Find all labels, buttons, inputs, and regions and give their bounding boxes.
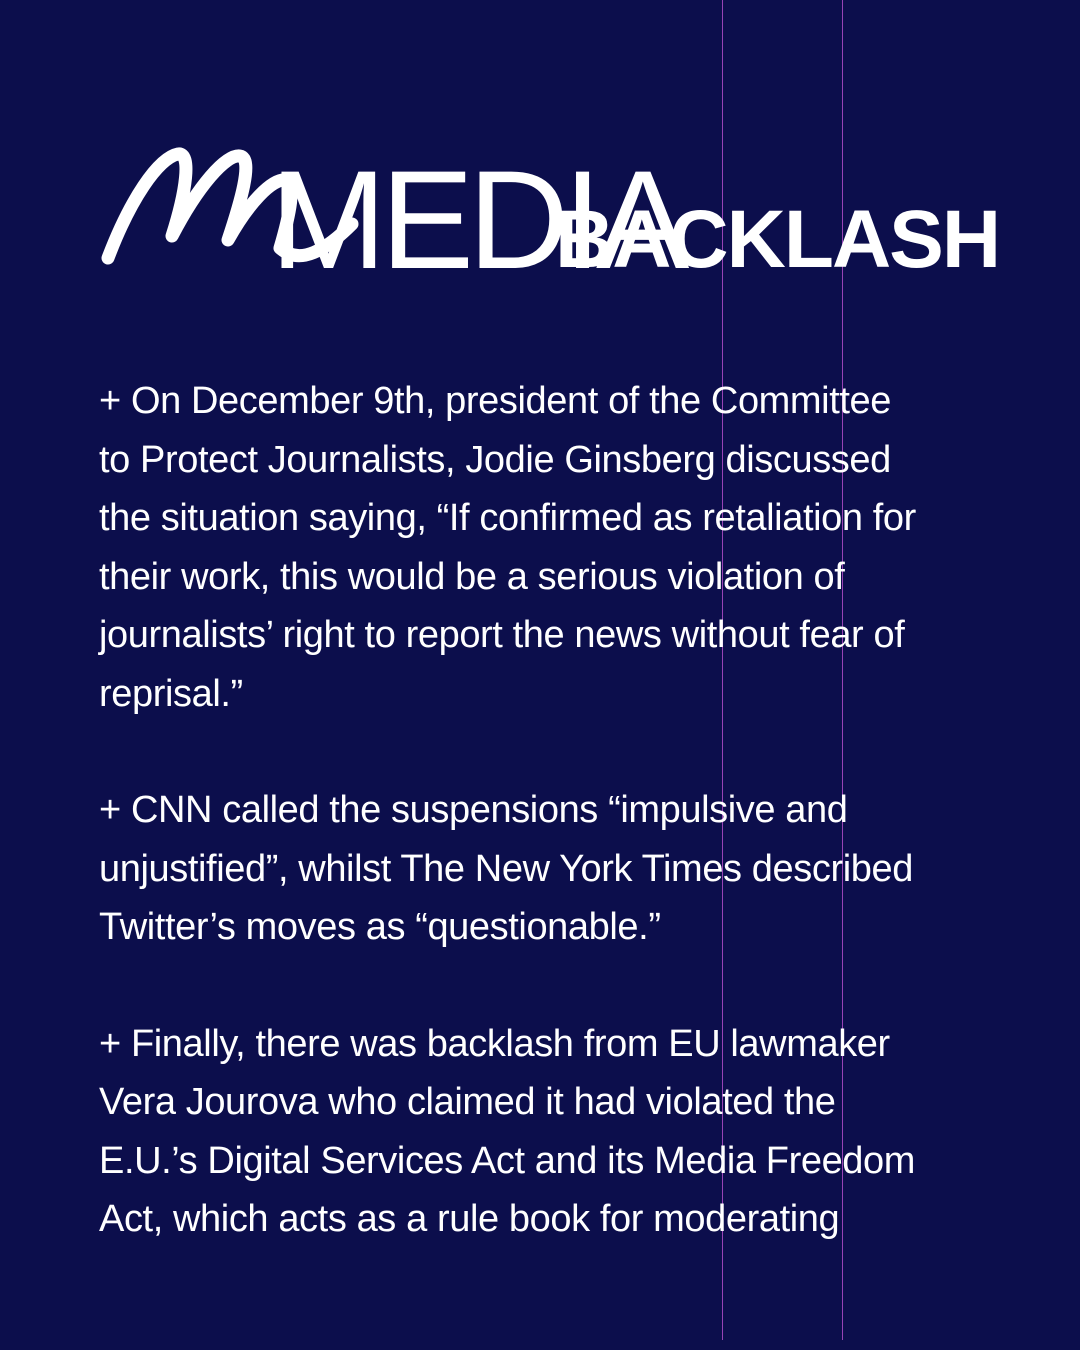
- title-logo: MEDIA BACKLASH: [101, 141, 1001, 290]
- paragraph-eu-backlash: + Finally, there was backlash from EU la…: [99, 1022, 916, 1241]
- paragraph-media-reaction: + CNN called the suspensions “impulsive …: [99, 789, 913, 948]
- slide: MEDIA BACKLASH + On December 9th, presid…: [0, 0, 1080, 1350]
- slide-title: MEDIA BACKLASH: [100, 140, 1020, 290]
- article-body: + On December 9th, president of the Comm…: [99, 372, 1029, 1307]
- paragraph-cpj-quote: + On December 9th, president of the Comm…: [99, 380, 916, 715]
- title-sub: BACKLASH: [555, 194, 999, 285]
